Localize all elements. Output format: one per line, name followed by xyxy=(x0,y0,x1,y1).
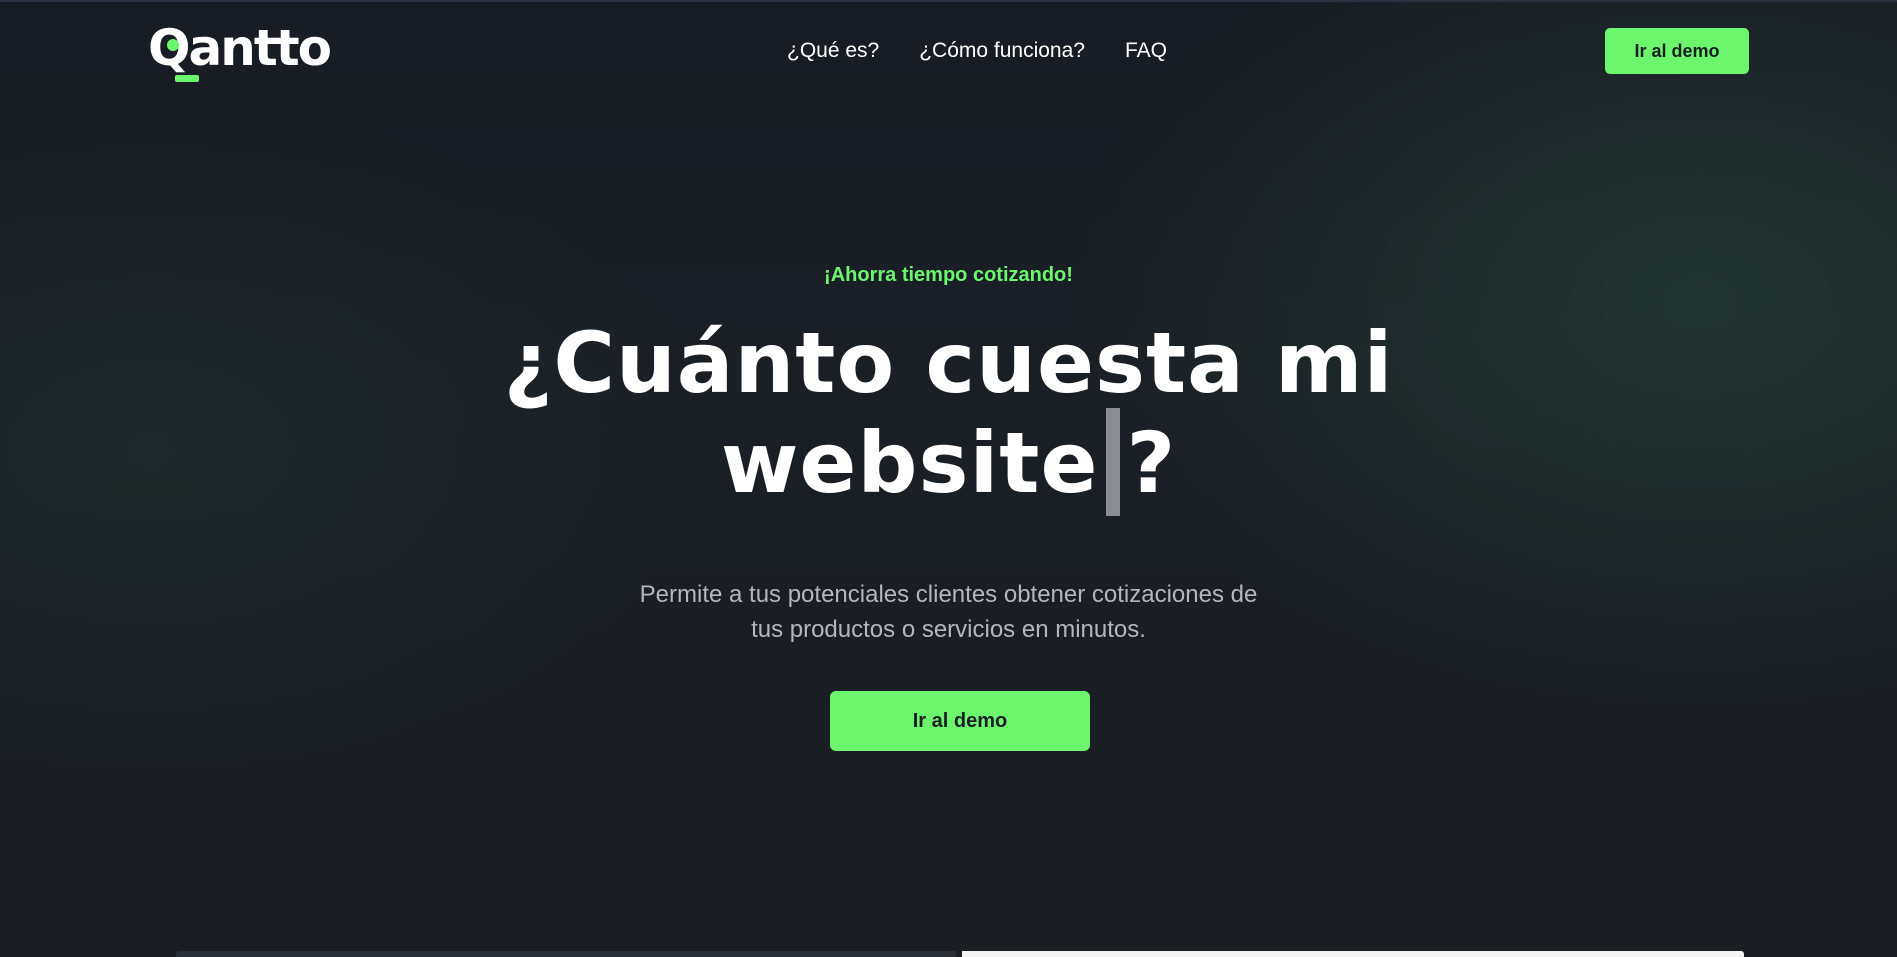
logo-underline xyxy=(175,75,199,82)
headline-rotating-word: website xyxy=(720,414,1099,512)
header-demo-button[interactable]: Ir al demo xyxy=(1605,28,1749,74)
site-header: Qantto ¿Qué es? ¿Cómo funciona? FAQ Ir a… xyxy=(0,0,1897,102)
hero-demo-button[interactable]: Ir al demo xyxy=(830,691,1090,751)
subtitle-line-2: tus productos o servicios en minutos. xyxy=(751,616,1146,643)
nav-link-faq[interactable]: FAQ xyxy=(1125,38,1167,64)
nav-link-como-funciona[interactable]: ¿Cómo funciona? xyxy=(919,38,1085,64)
subtitle-line-1: Permite a tus potenciales clientes obten… xyxy=(639,581,1258,608)
headline-question-mark: ? xyxy=(1126,414,1177,512)
nav-link-que-es[interactable]: ¿Qué es? xyxy=(787,38,879,64)
typing-cursor xyxy=(1106,408,1121,516)
preview-dark-panel xyxy=(176,951,956,957)
hero-headline: ¿Cuánto cuesta mi website? xyxy=(0,318,1897,516)
preview-light-panel xyxy=(962,951,1744,957)
main-nav: ¿Qué es? ¿Cómo funciona? FAQ xyxy=(787,38,1167,64)
logo[interactable]: Qantto xyxy=(148,18,340,84)
headline-line-1: ¿Cuánto cuesta mi xyxy=(503,314,1394,412)
next-section-preview xyxy=(176,951,1744,957)
hero-subtitle: Permite a tus potenciales clientes obten… xyxy=(0,577,1897,647)
headline-line-2: website? xyxy=(0,408,1897,516)
hero-eyebrow: ¡Ahorra tiempo cotizando! xyxy=(824,264,1073,286)
logo-dot xyxy=(167,39,179,51)
